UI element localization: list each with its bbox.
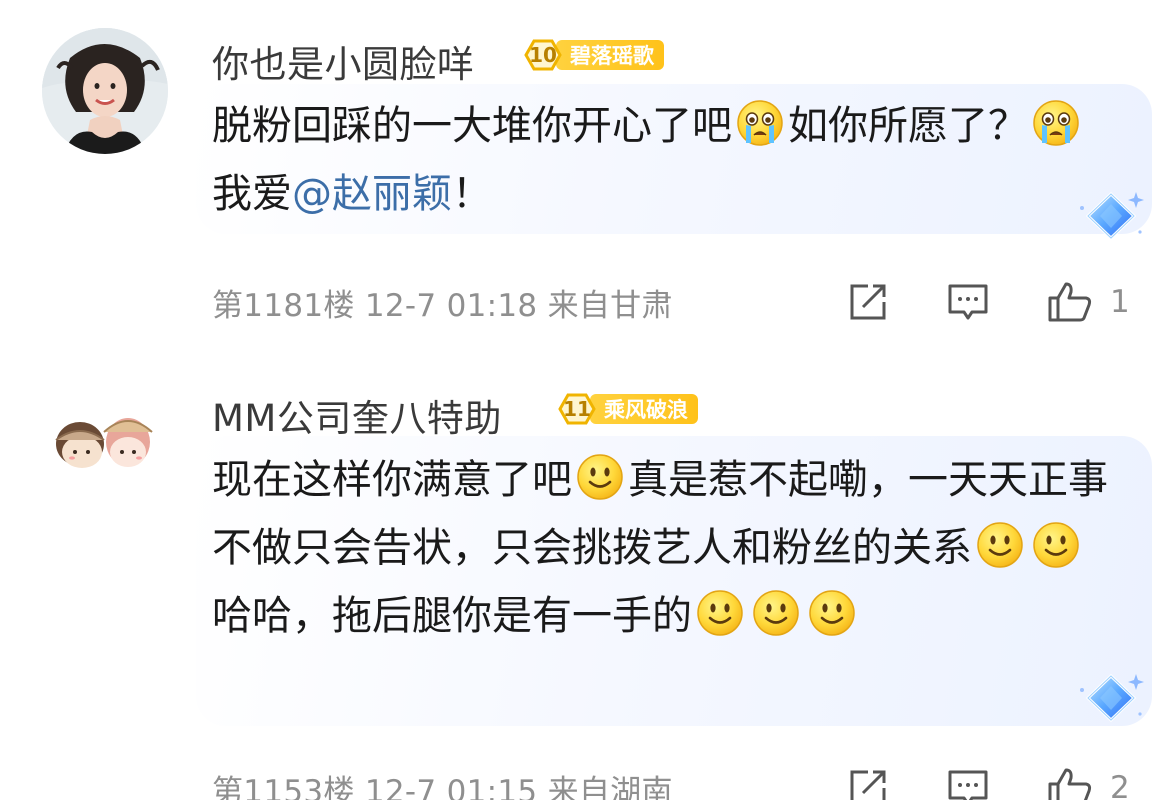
smile-emoji-icon [976,521,1024,569]
comment-text: 哈哈，拖后腿你是有一手的 [212,593,692,639]
badge-name: 碧落瑶歌 [556,40,664,70]
diamond-icon [1076,186,1146,246]
share-icon [850,770,886,800]
thumbs-up-icon [1048,282,1092,322]
comment-text: 我爱 [212,171,292,217]
thumbs-up-icon [1048,768,1092,800]
comment-text: ！ [452,171,492,217]
fan-level-badge[interactable]: 10 碧落瑶歌 [522,38,664,72]
badge-name: 乘风破浪 [590,394,698,424]
comment-text: 现在这样你满意了吧 [212,457,572,503]
like-count: 1 [1110,284,1130,320]
badge-level: 11 [556,392,598,426]
reply-button[interactable] [946,280,990,324]
mention-link[interactable]: @赵丽颖 [292,171,452,217]
username[interactable]: MM公司奎八特助 [212,388,502,442]
smile-emoji-icon [576,453,624,501]
reply-button[interactable] [946,766,990,800]
like-button[interactable]: 2 [1046,766,1130,800]
cry-emoji-icon [1032,99,1080,147]
fan-level-badge[interactable]: 11 乘风破浪 [556,392,698,426]
avatar[interactable] [42,388,168,514]
badge-level: 10 [522,38,564,72]
comment-actions: 2 [0,766,1170,800]
share-icon [850,284,886,320]
username[interactable]: 你也是小圆脸咩 [212,34,475,88]
like-count: 2 [1110,770,1130,800]
comment-text: 脱粉回踩的一大堆你开心了吧 [212,103,732,149]
comment-text: 如你所愿了？ [788,103,1028,149]
comment-content: 脱粉回踩的一大堆你开心了吧 如你所愿了？ 我爱@赵丽颖！ [212,92,1112,228]
smile-emoji-icon [808,589,856,637]
avatar[interactable] [42,28,168,154]
comment-icon [948,284,988,320]
share-button[interactable] [846,766,890,800]
smile-emoji-icon [752,589,800,637]
comment-item: 你也是小圆脸咩 10 碧落瑶歌 脱粉回踩的一大堆你开心了吧 如你所愿了？ 我爱@赵丽… [0,0,1170,380]
comment-icon [948,770,988,800]
like-button[interactable]: 1 [1046,280,1130,324]
comment-list: 你也是小圆脸咩 10 碧落瑶歌 脱粉回踩的一大堆你开心了吧 如你所愿了？ 我爱@赵丽… [0,0,1170,800]
smile-emoji-icon [1032,521,1080,569]
comment-item: MM公司奎八特助 11 乘风破浪 现在这样你满意了吧 真是惹不起嘞，一天天正事不做… [0,380,1170,800]
comment-content: 现在这样你满意了吧 真是惹不起嘞，一天天正事不做只会告状，只会挑拨艺人和粉丝的关系… [212,446,1112,650]
comment-actions: 1 [0,280,1170,324]
cry-emoji-icon [736,99,784,147]
smile-emoji-icon [696,589,744,637]
diamond-icon [1076,668,1146,728]
share-button[interactable] [846,280,890,324]
